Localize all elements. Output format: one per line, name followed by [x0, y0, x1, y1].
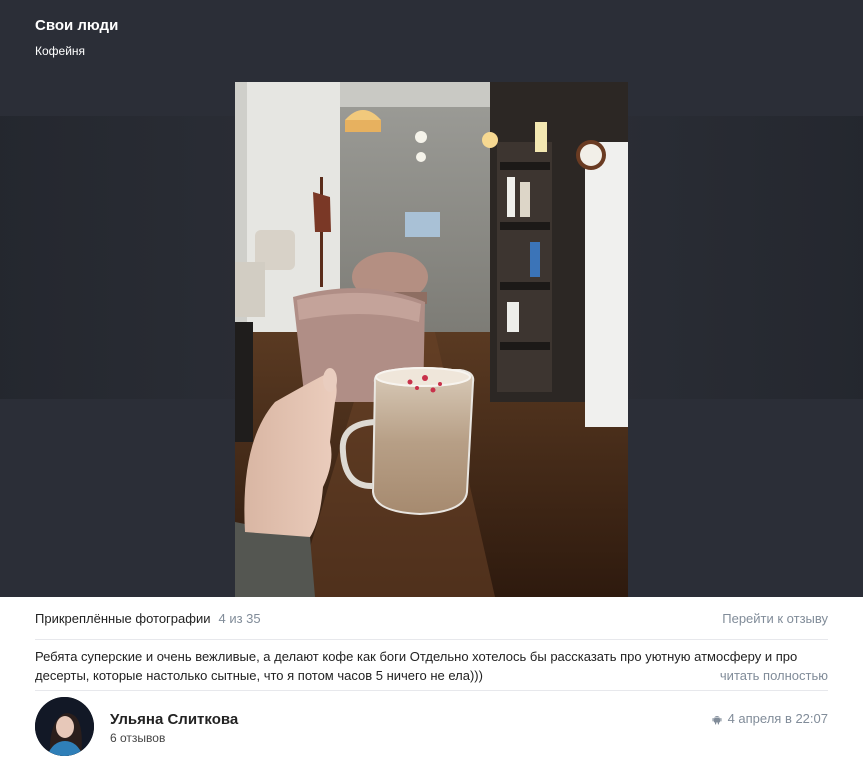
place-category: Кофейня — [35, 44, 86, 58]
photo-viewer: Свои люди Кофейня — [0, 0, 863, 597]
place-title[interactable]: Свои люди — [35, 17, 118, 34]
review-date: 4 апреля в 22:07 — [711, 711, 828, 726]
goto-review-link[interactable]: Перейти к отзыву — [722, 611, 828, 626]
divider — [35, 690, 828, 691]
review-info-panel: Прикреплённые фотографии 4 из 35 Перейти … — [0, 597, 863, 764]
review-date-text: 4 апреля в 22:07 — [727, 711, 828, 726]
author-avatar[interactable] — [35, 697, 94, 756]
attached-photos-row: Прикреплённые фотографии 4 из 35 — [35, 611, 261, 626]
divider — [35, 639, 828, 640]
photo-counter: 4 из 35 — [218, 611, 261, 626]
author-reviews-count: 6 отзывов — [110, 731, 166, 745]
attached-photos-label: Прикреплённые фотографии — [35, 611, 211, 626]
android-icon — [712, 715, 722, 724]
read-more-link[interactable]: читать полностью — [715, 666, 828, 685]
author-name[interactable]: Ульяна Слиткова — [110, 711, 238, 728]
review-photo[interactable] — [235, 82, 628, 597]
review-text: Ребята суперские и очень вежливые, а дел… — [35, 649, 798, 683]
